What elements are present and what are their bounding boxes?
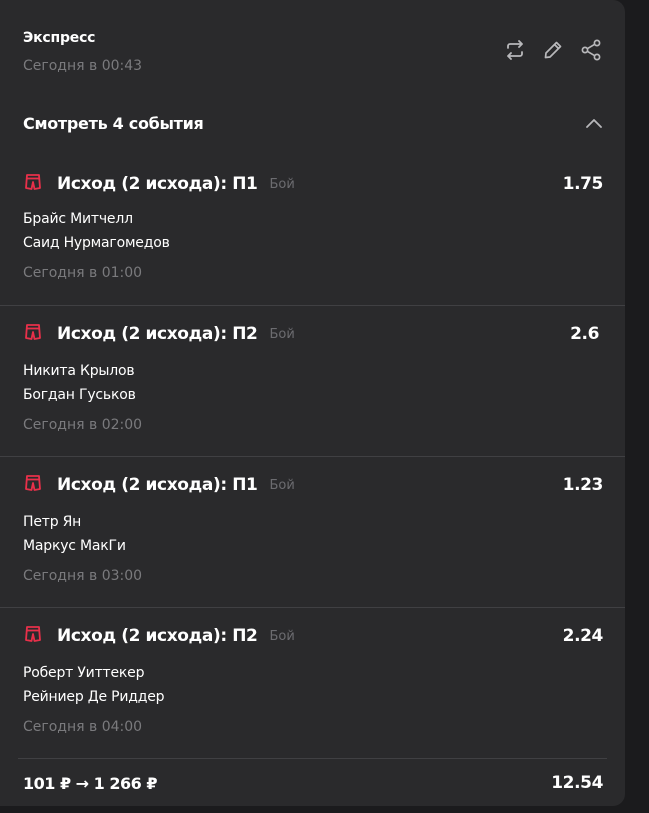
event-sport: Бой (269, 477, 295, 493)
event-bet-name: Исход (2 исхода): П2 (57, 626, 258, 646)
edit-icon[interactable] (541, 38, 565, 62)
event-time: Сегодня в 03:00 (23, 568, 143, 584)
fighter-shorts-icon (23, 624, 43, 648)
toggle-events-label: Смотреть 4 события (23, 113, 204, 133)
fighter-shorts-icon (23, 473, 43, 497)
event-bet-name: Исход (2 исхода): П1 (57, 174, 258, 194)
event-item: Исход (2 исхода): П1 Бой 1.75 Брайс Митч… (0, 156, 625, 306)
event-bet-name: Исход (2 исхода): П1 (57, 475, 258, 495)
fighter-shorts-icon (23, 172, 43, 196)
event-head: Исход (2 исхода): П1 Бой 1.75 (23, 172, 603, 196)
event-time: Сегодня в 01:00 (23, 265, 143, 281)
event-sport: Бой (269, 326, 295, 342)
side-gutter (625, 0, 649, 813)
event-item: Исход (2 исхода): П1 Бой 1.23 Петр Ян Ма… (0, 457, 625, 608)
event-odds: 2.6 (570, 324, 599, 344)
event-time: Сегодня в 02:00 (23, 417, 143, 433)
stake-to-payout: 101 ₽ → 1 266 ₽ (23, 773, 157, 793)
event-item: Исход (2 исхода): П2 Бой 2.6 Никита Крыл… (0, 306, 625, 457)
event-head: Исход (2 исхода): П2 Бой 2.6 (23, 322, 603, 346)
bet-summary: 101 ₽ → 1 266 ₽ 12.54 (18, 758, 607, 806)
event-team-2: Рейниер Де Риддер (23, 689, 165, 705)
fighter-shorts-icon (23, 322, 43, 346)
event-team-2: Богдан Гуськов (23, 387, 136, 403)
event-odds: 2.24 (562, 626, 604, 646)
event-bet-name: Исход (2 исхода): П2 (57, 324, 258, 344)
repeat-icon[interactable] (503, 38, 527, 62)
total-odds: 12.54 (551, 773, 603, 793)
event-team-1: Роберт Уиттекер (23, 665, 145, 681)
event-team-2: Маркус МакГи (23, 538, 126, 554)
event-head: Исход (2 исхода): П2 Бой 2.24 (23, 624, 603, 648)
event-head: Исход (2 исхода): П1 Бой 1.23 (23, 473, 603, 497)
event-team-1: Петр Ян (23, 514, 82, 530)
bet-card: Экспресс Сегодня в 00:43 Смотреть 4 собы… (0, 0, 625, 806)
bet-header: Экспресс Сегодня в 00:43 (23, 30, 603, 74)
event-item: Исход (2 исхода): П2 Бой 2.24 Роберт Уит… (0, 608, 625, 758)
event-odds: 1.23 (562, 475, 604, 495)
header-actions (503, 38, 603, 62)
event-team-1: Никита Крылов (23, 363, 135, 379)
event-odds: 1.75 (562, 174, 604, 194)
event-time: Сегодня в 04:00 (23, 719, 143, 735)
toggle-events-button[interactable]: Смотреть 4 события (23, 110, 603, 136)
event-sport: Бой (269, 176, 295, 192)
event-team-1: Брайс Митчелл (23, 211, 133, 227)
share-icon[interactable] (579, 38, 603, 62)
event-sport: Бой (269, 628, 295, 644)
chevron-up-icon (585, 114, 603, 133)
event-team-2: Саид Нурмагомедов (23, 235, 170, 251)
